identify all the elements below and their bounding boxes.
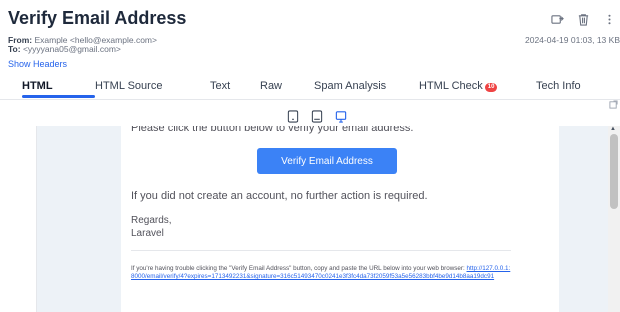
to-label: To: (8, 44, 21, 54)
mobile-icon[interactable] (286, 109, 300, 124)
tab-html-source[interactable]: HTML Source (95, 80, 162, 92)
tablet-icon[interactable] (310, 109, 324, 124)
signoff-text: Laravel (131, 228, 164, 239)
tab-tech-info[interactable]: Tech Info (536, 80, 581, 92)
no-action-text: If you did not create an account, no fur… (131, 190, 428, 202)
more-icon[interactable] (598, 10, 620, 28)
view-tabs: HTML HTML Source Text Raw Spam Analysis … (0, 76, 620, 100)
html-check-count-badge: 10 (484, 83, 498, 92)
message-actions (546, 10, 620, 28)
trash-icon[interactable] (572, 10, 594, 28)
to-line: To: <yyyyana05@gmail.com> (8, 44, 121, 54)
email-preview-pane: Please click the button below to verify … (36, 126, 608, 312)
tab-html-check-label: HTML Check (419, 80, 483, 92)
open-in-new-icon[interactable] (609, 100, 618, 111)
tab-text[interactable]: Text (210, 80, 230, 92)
tab-raw[interactable]: Raw (260, 80, 282, 92)
forward-icon[interactable] (546, 10, 568, 28)
email-subject-title: Verify Email Address (8, 8, 187, 28)
show-headers-link[interactable]: Show Headers (8, 59, 67, 69)
tab-spam-analysis[interactable]: Spam Analysis (314, 80, 386, 92)
desktop-icon[interactable] (334, 109, 348, 124)
device-switcher (286, 109, 348, 124)
subcopy-text: If you're having trouble clicking the "V… (131, 265, 465, 272)
to-value: <yyyyana05@gmail.com> (22, 44, 121, 54)
tab-html[interactable]: HTML (22, 80, 53, 92)
active-tab-indicator (22, 95, 95, 98)
subcopy-divider (131, 250, 511, 251)
email-body-card: Please click the button below to verify … (121, 126, 559, 312)
subcopy-block: If you're having trouble clicking the "V… (131, 265, 511, 281)
scrollbar-thumb[interactable] (610, 134, 618, 209)
email-date-size: 2024-04-19 01:03, 13 KB (525, 35, 620, 45)
verify-instruction-text: Please click the button below to verify … (131, 126, 414, 134)
tab-html-check[interactable]: HTML Check 10 (419, 80, 498, 92)
scroll-up-icon[interactable]: ▲ (610, 126, 616, 132)
preview-scrollbar[interactable]: ▲ (608, 126, 620, 312)
verify-email-button[interactable]: Verify Email Address (257, 148, 397, 174)
regards-text: Regards, (131, 215, 172, 226)
